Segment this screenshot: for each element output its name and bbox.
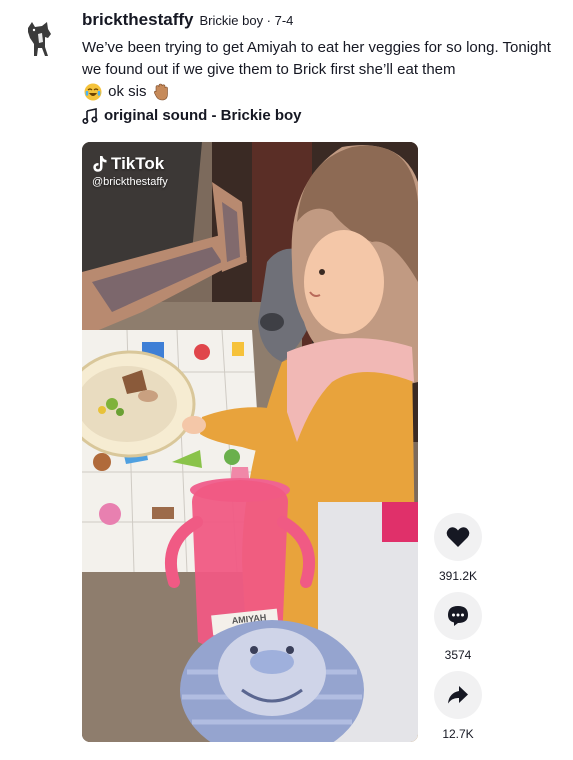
date-separator: ·	[263, 13, 275, 28]
like-action: 391.2K	[433, 513, 483, 583]
video-player[interactable]: AMIYAH TikTok @brickthestaffy	[82, 142, 418, 742]
caption: We’ve been trying to get Amiyah to eat h…	[82, 37, 557, 103]
like-button[interactable]	[434, 513, 482, 561]
comment-button[interactable]	[434, 592, 482, 640]
post-date: 7-4	[274, 13, 294, 28]
comment-action: 3574	[433, 592, 483, 662]
comment-icon	[448, 606, 468, 626]
dog-avatar-icon	[28, 22, 51, 56]
like-count: 391.2K	[438, 569, 478, 583]
avatar[interactable]	[18, 14, 64, 60]
share-icon	[448, 686, 468, 704]
music-label: original sound - Brickie boy	[104, 107, 302, 124]
caption-tail: ok sis	[108, 83, 147, 100]
watermark-handle: @brickthestaffy	[92, 176, 168, 188]
video-frame	[82, 142, 418, 742]
comment-count: 3574	[444, 648, 472, 662]
share-action: 12.7K	[433, 671, 483, 741]
tiktok-watermark: TikTok @brickthestaffy	[92, 154, 168, 188]
username[interactable]: brickthestaffy	[82, 10, 193, 30]
music-note-icon	[82, 107, 98, 124]
watermark-brand: TikTok	[92, 154, 168, 174]
post-header: brickthestaffy Brickie boy · 7-4	[82, 10, 562, 30]
tiktok-logo-icon	[93, 156, 107, 172]
share-button[interactable]	[434, 671, 482, 719]
heart-icon	[446, 527, 470, 547]
nickname[interactable]: Brickie boy	[199, 13, 263, 28]
raised-hand-emoji-icon	[153, 83, 168, 101]
watermark-brand-text: TikTok	[111, 154, 165, 173]
nickname-date: Brickie boy · 7-4	[199, 13, 293, 28]
music-row[interactable]: original sound - Brickie boy	[82, 107, 302, 124]
share-count: 12.7K	[442, 727, 474, 741]
crying-laughing-emoji-icon	[84, 83, 102, 101]
caption-text: We’ve been trying to get Amiyah to eat h…	[82, 39, 551, 78]
